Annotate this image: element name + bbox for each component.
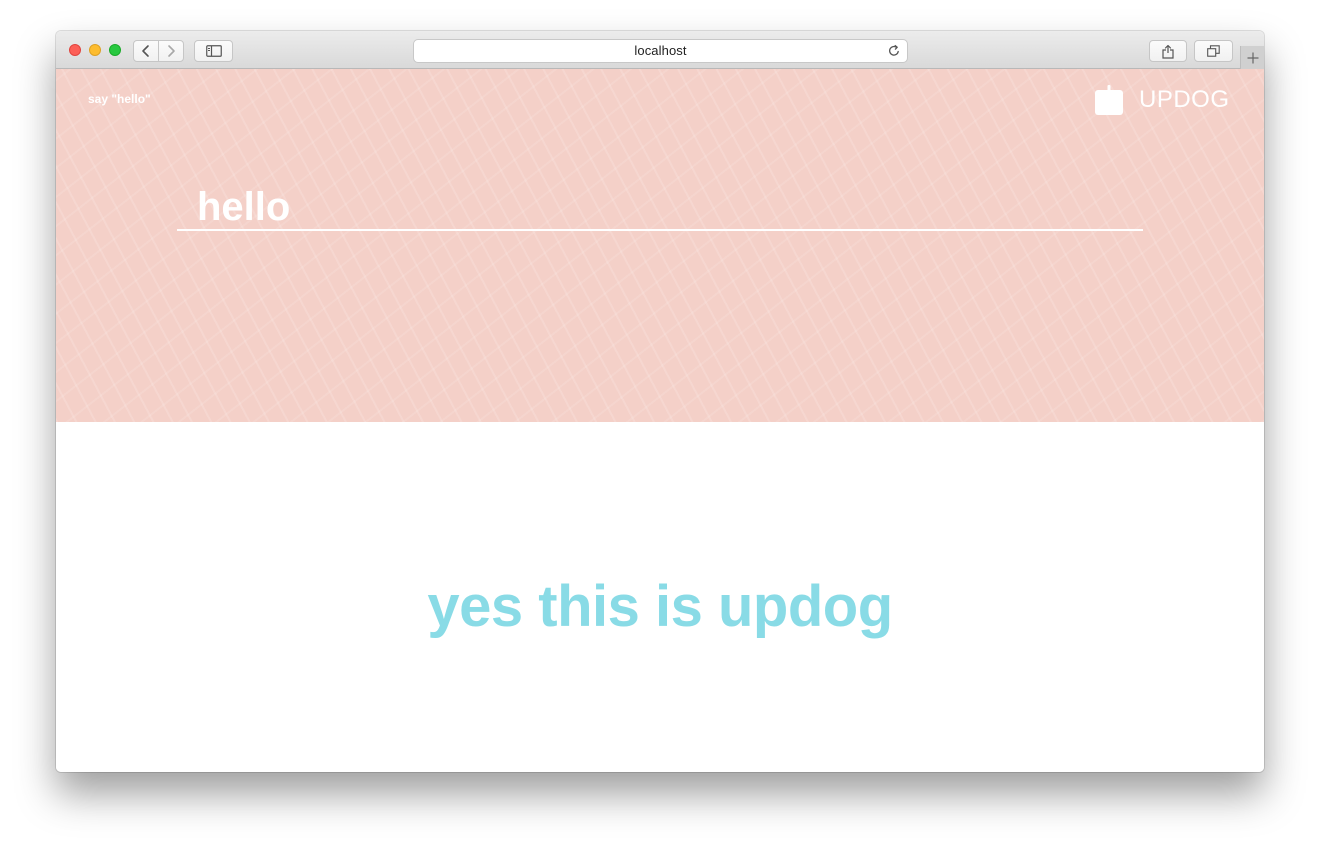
plus-icon <box>1247 52 1258 63</box>
address-url: localhost <box>634 43 687 58</box>
tabs-overview-icon <box>1207 45 1220 57</box>
response-section: yes this is updog <box>56 422 1264 772</box>
chevron-left-icon <box>142 45 149 57</box>
chevron-right-icon <box>168 45 175 57</box>
message-input[interactable] <box>177 185 1143 231</box>
back-button[interactable] <box>133 40 159 62</box>
close-window-button[interactable] <box>69 44 81 56</box>
share-icon <box>1162 44 1174 59</box>
reload-icon[interactable] <box>887 44 901 58</box>
address-bar[interactable]: localhost <box>413 39 908 63</box>
hero-section: say "hello" UPDOG <box>56 69 1264 422</box>
browser-toolbar: localhost <box>56 31 1264 69</box>
sidebar-toggle-button[interactable] <box>194 40 233 62</box>
new-tab-button[interactable] <box>1240 46 1264 69</box>
sidebar-icon <box>205 45 222 57</box>
forward-button[interactable] <box>158 40 184 62</box>
browser-window: localhost say "hello" UPDOG hello yes th… <box>56 31 1264 772</box>
bag-logo-icon <box>1095 85 1123 115</box>
say-hello-prompt: say "hello" <box>88 92 151 106</box>
brand[interactable]: UPDOG <box>1095 85 1230 115</box>
share-button[interactable] <box>1149 40 1187 62</box>
brand-name: UPDOG <box>1139 86 1230 113</box>
minimize-window-button[interactable] <box>89 44 101 56</box>
tab-overview-button[interactable] <box>1194 40 1233 62</box>
zoom-window-button[interactable] <box>109 44 121 56</box>
response-text: yes this is updog <box>427 574 893 639</box>
